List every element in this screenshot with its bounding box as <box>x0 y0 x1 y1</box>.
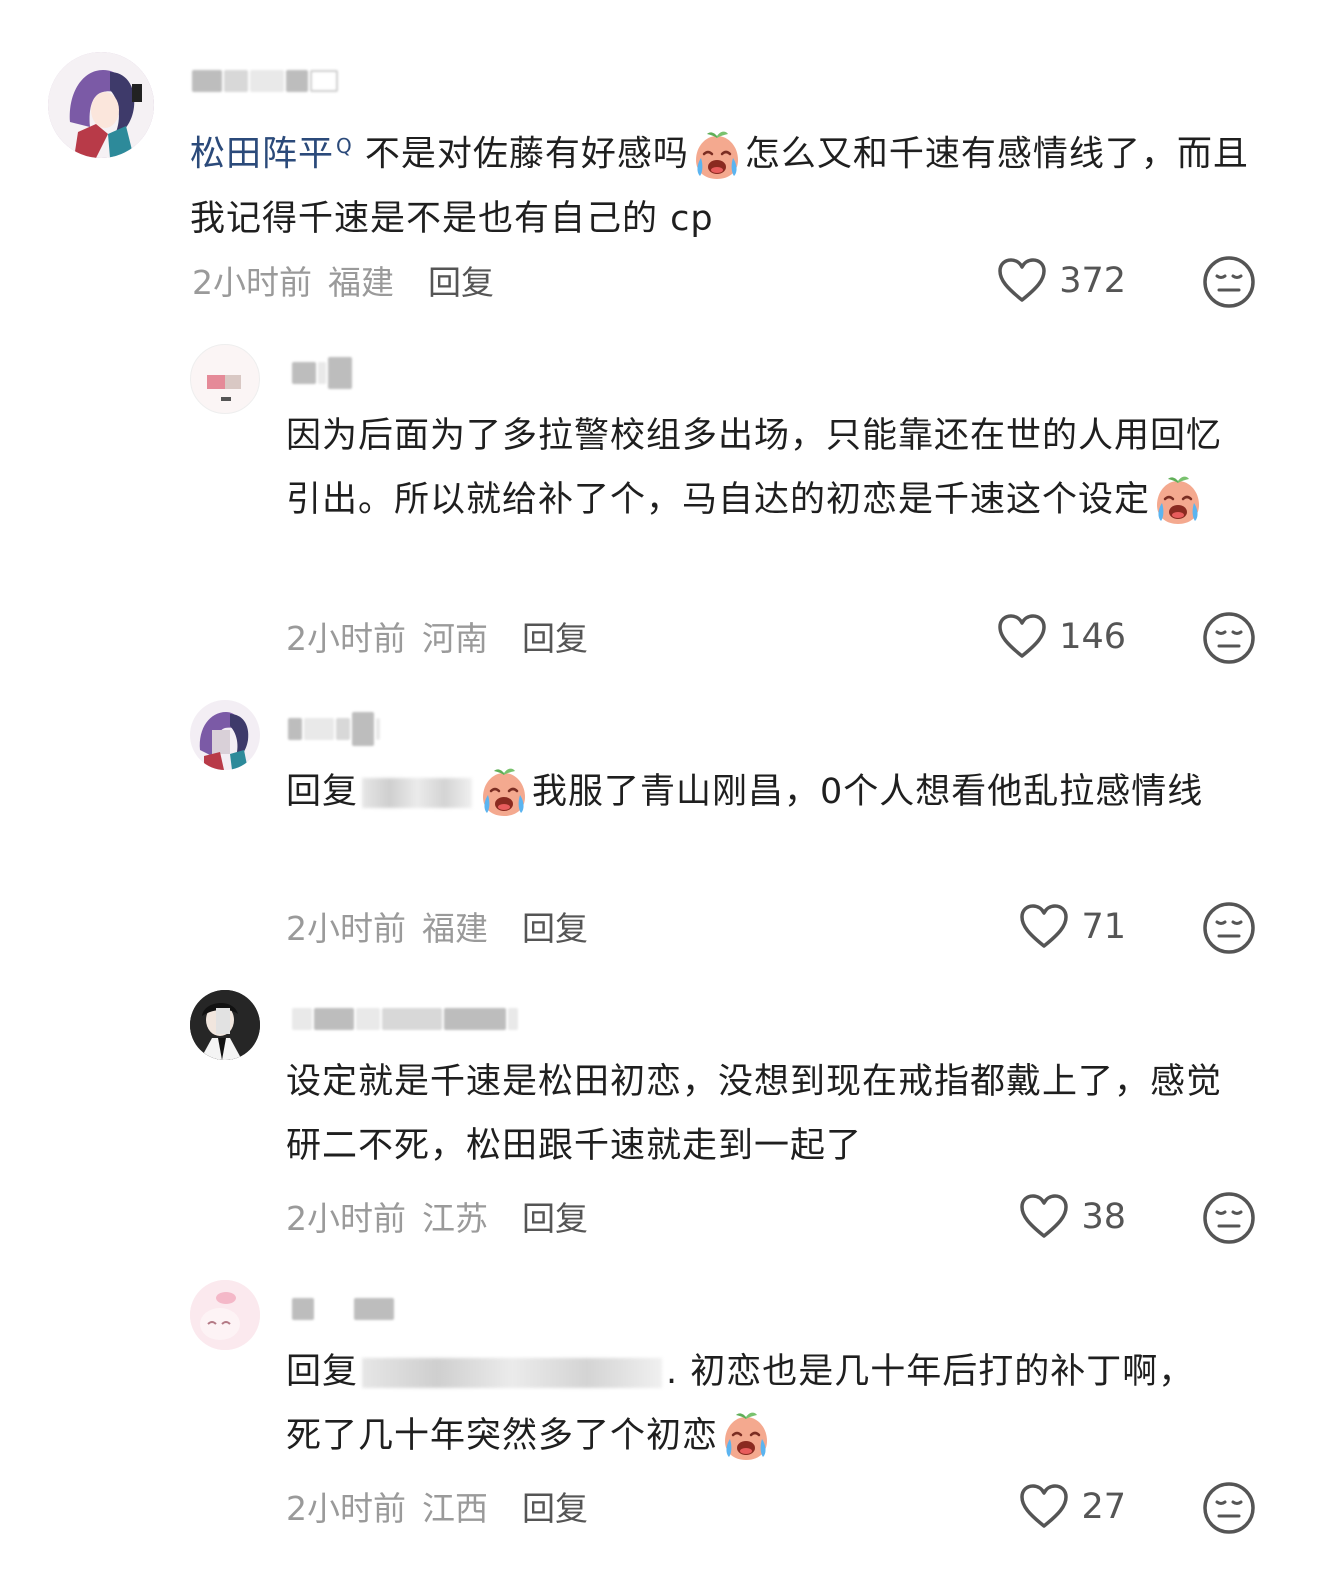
neutral-face-icon[interactable] <box>1202 901 1256 955</box>
comment-meta: 2小时前 江苏 回复 <box>286 1192 588 1240</box>
comment-text: 松田阵平 Q 不是对佐藤有好感吗 怎么又和千速有感情线了，而且我记得千速是不是也有自… <box>190 114 1250 251</box>
region: 江苏 <box>422 1199 488 1238</box>
username-redacted[interactable] <box>292 1288 394 1330</box>
like-button[interactable]: 38 <box>1019 1194 1126 1240</box>
like-button[interactable]: 71 <box>1019 904 1126 950</box>
reply-button[interactable]: 回复 <box>522 902 588 950</box>
crying-peach-emoji-icon <box>720 1411 772 1463</box>
comment-meta: 2小时前 福建 回复 <box>192 256 494 304</box>
crying-peach-emoji-icon <box>478 767 530 819</box>
comment-meta: 2小时前 福建 回复 <box>286 902 588 950</box>
heart-outline-icon <box>1019 904 1069 950</box>
like-button[interactable]: 372 <box>997 258 1126 304</box>
region: 河南 <box>422 619 488 658</box>
username-redacted[interactable] <box>292 998 518 1040</box>
redacted-mention <box>362 1358 663 1388</box>
comment-text-part: 不是对佐藤有好感吗 <box>364 134 689 175</box>
avatar[interactable] <box>190 344 260 414</box>
avatar[interactable] <box>48 52 154 158</box>
comment-text: 回复. 初恋也是几十年后打的补丁啊，死了几十年突然多了个初恋 <box>286 1340 1216 1468</box>
timestamp: 2小时前 <box>286 1489 406 1528</box>
like-count: 372 <box>1059 261 1126 301</box>
timestamp: 2小时前 <box>286 909 406 948</box>
neutral-face-icon[interactable] <box>1202 611 1256 665</box>
like-count: 38 <box>1081 1197 1126 1237</box>
avatar[interactable] <box>190 1280 260 1350</box>
like-count: 71 <box>1081 907 1126 947</box>
comment-text-part: 设定就是千速是松田初恋，没想到现在戒指都戴上了，感觉研二不死，松田跟千速就走到一… <box>286 1062 1223 1166</box>
comment-text-part: 因为后面为了多拉警校组多出场，只能靠还在世的人用回忆引出。所以就给补了个，马自达… <box>286 416 1223 520</box>
username-redacted[interactable] <box>192 60 338 102</box>
comment-meta: 2小时前 江西 回复 <box>286 1482 588 1530</box>
reply-button[interactable]: 回复 <box>522 612 588 660</box>
crying-peach-emoji-icon <box>691 130 743 182</box>
reply-button[interactable]: 回复 <box>522 1192 588 1240</box>
username-redacted[interactable] <box>288 708 380 750</box>
comment-text: 因为后面为了多拉警校组多出场，只能靠还在世的人用回忆引出。所以就给补了个，马自达… <box>286 404 1246 532</box>
neutral-face-icon[interactable] <box>1202 1191 1256 1245</box>
mention-search-icon: Q <box>336 134 353 158</box>
heart-outline-icon <box>997 258 1047 304</box>
comment-text: 回复 我服了青山刚昌，0个人想看他乱拉感情线 <box>286 760 1246 824</box>
timestamp: 2小时前 <box>286 619 406 658</box>
reply-prefix: 回复 <box>286 772 359 812</box>
reply-button[interactable]: 回复 <box>522 1482 588 1530</box>
like-count: 146 <box>1059 617 1126 657</box>
avatar[interactable] <box>190 990 260 1060</box>
like-button[interactable]: 27 <box>1019 1484 1126 1530</box>
comment-meta: 2小时前 河南 回复 <box>286 612 588 660</box>
comment-text: 设定就是千速是松田初恋，没想到现在戒指都戴上了，感觉研二不死，松田跟千速就走到一… <box>286 1050 1226 1178</box>
like-count: 27 <box>1081 1487 1126 1527</box>
avatar[interactable] <box>190 700 260 770</box>
region: 江西 <box>422 1489 488 1528</box>
heart-outline-icon <box>1019 1484 1069 1530</box>
mention-link[interactable]: 松田阵平 <box>190 135 334 175</box>
heart-outline-icon <box>1019 1194 1069 1240</box>
like-button[interactable]: 146 <box>997 614 1126 660</box>
region: 福建 <box>328 263 394 302</box>
neutral-face-icon[interactable] <box>1202 255 1256 309</box>
redacted-mention <box>362 778 473 808</box>
heart-outline-icon <box>997 614 1047 660</box>
username-redacted[interactable] <box>292 352 352 394</box>
reply-prefix: 回复 <box>286 1352 359 1392</box>
comment-text-part: 我服了青山刚昌，0个人想看他乱拉感情线 <box>532 772 1204 812</box>
timestamp: 2小时前 <box>192 263 312 302</box>
neutral-face-icon[interactable] <box>1202 1481 1256 1535</box>
timestamp: 2小时前 <box>286 1199 406 1238</box>
region: 福建 <box>422 909 488 948</box>
crying-peach-emoji-icon <box>1152 475 1204 527</box>
reply-button[interactable]: 回复 <box>428 256 494 304</box>
